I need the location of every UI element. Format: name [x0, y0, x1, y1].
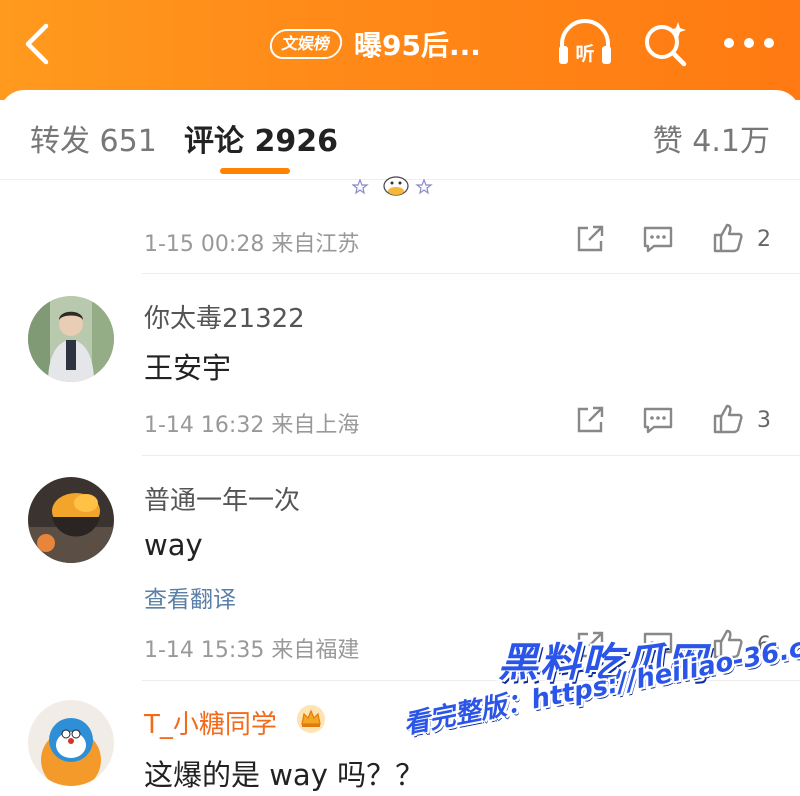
comment-divider — [142, 273, 800, 274]
share-icon[interactable] — [574, 223, 606, 255]
tab-bar: 转发 651 评论 2926 赞 4.1万 — [0, 90, 800, 180]
topic-title-group[interactable]: 文娱榜 曝95后... — [267, 24, 481, 64]
avatar[interactable] — [28, 296, 114, 382]
rank-badge: 文娱榜 — [267, 29, 345, 59]
like-count: 2 — [757, 227, 771, 252]
comment-divider — [142, 455, 800, 456]
chevron-left-icon[interactable] — [18, 22, 58, 66]
reply-icon[interactable] — [642, 223, 674, 255]
more-dots-icon[interactable] — [722, 36, 776, 50]
reply-icon[interactable] — [642, 404, 674, 436]
headphones-listen-icon[interactable]: 听 — [556, 16, 614, 70]
comment-meta: 1-15 00:28 来自江苏 — [144, 232, 360, 257]
tab-repost[interactable]: 转发 651 — [30, 116, 157, 160]
comment-meta: 1-14 16:32 来自上海 — [144, 413, 360, 438]
comment-text: 这爆的是 way 吗？？ — [144, 758, 425, 792]
thumbs-up-icon[interactable] — [712, 403, 744, 435]
crown-badge-icon — [297, 705, 325, 733]
sticker-emoji-icon — [352, 176, 433, 196]
comment-username[interactable]: 普通一年一次 — [144, 480, 300, 517]
comment-username[interactable]: T_小糖同学 — [144, 704, 277, 741]
comments-sheet: 转发 651 评论 2926 赞 4.1万 — [0, 90, 800, 796]
avatar[interactable] — [28, 700, 114, 786]
listen-label: 听 — [575, 42, 594, 65]
tab-comment[interactable]: 评论 2926 — [184, 116, 338, 160]
comment-text: 王安宇 — [144, 351, 232, 385]
topic-title: 曝95后... — [354, 29, 481, 62]
avatar[interactable] — [28, 477, 114, 563]
translate-link[interactable]: 查看翻译 — [144, 580, 236, 614]
top-bar: 文娱榜 曝95后... 听 — [0, 0, 800, 100]
comment-meta: 1-14 15:35 来自福建 — [144, 638, 360, 663]
active-tab-indicator — [220, 168, 290, 174]
thumbs-up-icon[interactable] — [712, 222, 744, 254]
comment-username[interactable]: 你太毒21322 — [144, 298, 305, 335]
search-sparkle-icon[interactable] — [640, 18, 692, 70]
like-count: 3 — [757, 408, 771, 433]
share-icon[interactable] — [574, 404, 606, 436]
tab-like[interactable]: 赞 4.1万 — [653, 116, 770, 160]
comment-text: way — [144, 528, 203, 562]
